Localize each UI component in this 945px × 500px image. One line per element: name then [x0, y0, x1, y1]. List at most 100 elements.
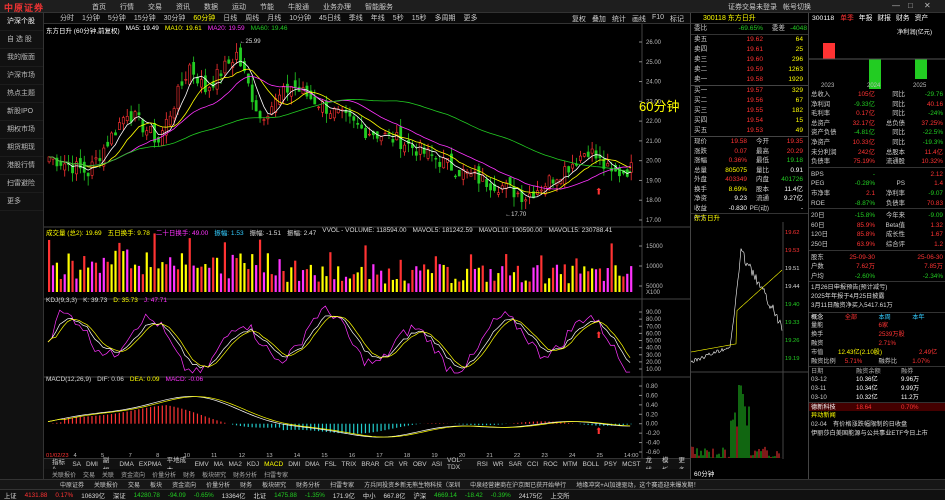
indicator-tab[interactable]: MTM [563, 461, 578, 468]
indicator-tab[interactable]: PSY [604, 461, 617, 468]
info-tab[interactable]: 价量分析 [206, 480, 230, 489]
indicator-tab[interactable]: MA2 [228, 461, 241, 468]
sidebar-item[interactable]: 沪深个股 [0, 13, 43, 31]
period-tab[interactable]: 60分钟 [193, 13, 215, 23]
account-link[interactable]: 帐号切换 [783, 2, 811, 12]
info-tab[interactable]: 资金流向 [172, 480, 196, 489]
minimize-icon[interactable]: — [892, 1, 900, 10]
concept-tab[interactable]: 本周 [879, 313, 913, 321]
concept-tab[interactable]: 本年 [912, 313, 945, 321]
sidebar-item[interactable]: 港股行情 [0, 157, 43, 175]
bottom-tab[interactable]: 板块研究 [202, 470, 226, 479]
f10-tab[interactable]: 年报 [859, 13, 873, 24]
period-tab[interactable]: 月线 [267, 13, 281, 23]
bottom-tab[interactable]: 扫雷专家 [264, 470, 288, 479]
menu-item[interactable]: 行情 [120, 2, 134, 12]
maximize-icon[interactable]: □ [908, 1, 913, 10]
mini-period-tab[interactable]: 60分钟 [694, 468, 714, 478]
chart-tool-button[interactable]: 统计 [612, 14, 626, 24]
concept-tab[interactable]: 全部 [845, 313, 879, 321]
indicator-tab[interactable]: ROC [543, 461, 557, 468]
indicator-tab[interactable]: RSI [477, 461, 488, 468]
menu-item[interactable]: 交易 [148, 2, 162, 12]
info-tab[interactable]: 板块研究 [262, 480, 286, 489]
sidebar-item[interactable]: 沪深市场 [0, 67, 43, 85]
bottom-tab[interactable]: 财务分析 [233, 470, 257, 479]
indicator-tab[interactable]: CCI [527, 461, 538, 468]
info-tab[interactable]: 中泉经营建商在沪京图已获开始举行 [470, 480, 566, 489]
indicator-tab[interactable]: DMI [288, 461, 300, 468]
period-tab[interactable]: 分时 [60, 13, 74, 23]
f10-tab[interactable]: 财务 [896, 13, 910, 24]
indicator-tab[interactable]: MCST [622, 461, 640, 468]
chart-tool-button[interactable]: 标记 [670, 14, 684, 24]
info-tab[interactable]: 扫雷专家 [330, 480, 354, 489]
f10-tab[interactable]: 财报 [877, 13, 891, 24]
indicator-tab[interactable]: KDJ [247, 461, 259, 468]
info-tab[interactable]: 方兵同投资乡新无熊生物科技（深圳 [364, 480, 460, 489]
news-row[interactable]: 02-04 有价格涨跌幅限制的日收盘 [809, 420, 945, 429]
menu-item[interactable]: 运动 [232, 2, 246, 12]
indicator-tab[interactable]: TRIX [342, 461, 357, 468]
f10-tab[interactable]: 单季 [840, 13, 854, 24]
chart-canvas[interactable]: 26.0025.0024.0023.0022.0021.0020.0019.00… [44, 24, 690, 459]
indicator-tab[interactable]: MA [214, 461, 224, 468]
period-tab[interactable]: 15分钟 [134, 13, 156, 23]
sidebar-item[interactable]: 自 选 股 [0, 31, 43, 49]
bottom-tab[interactable]: 交易 [83, 470, 95, 479]
period-tab[interactable]: 年线 [371, 13, 385, 23]
indicator-tab[interactable]: SA [72, 461, 81, 468]
indicator-tab[interactable]: EXPMA [139, 461, 162, 468]
period-tab[interactable]: 更多 [464, 13, 478, 23]
bottom-tab[interactable]: 资金流向 [121, 470, 145, 479]
bottom-tab[interactable]: 关联报价 [52, 470, 76, 479]
menu-item[interactable]: 首页 [92, 2, 106, 12]
indicator-tab[interactable]: EMV [195, 461, 209, 468]
info-tab[interactable]: 中原证券 [60, 480, 84, 489]
bottom-tab[interactable]: 财务 [183, 470, 195, 479]
period-tab[interactable]: 季线 [349, 13, 363, 23]
bottom-tab[interactable]: 价量分析 [152, 470, 176, 479]
close-icon[interactable]: ✕ [924, 1, 931, 10]
menu-item[interactable]: 节能 [260, 2, 274, 12]
chart-tool-button[interactable]: 叠加 [592, 14, 606, 24]
sidebar-item[interactable]: 我的版面 [0, 49, 43, 67]
info-tab[interactable]: 地缘冲突+AI加速驱动，这个赛道迎来爆发期！ [576, 480, 699, 489]
period-tab[interactable]: 15秒 [412, 13, 427, 23]
indicator-tab[interactable]: VR [399, 461, 408, 468]
indicator-tab[interactable]: ASI [432, 461, 442, 468]
indicator-tab[interactable]: FSL [325, 461, 337, 468]
sidebar-item[interactable]: 新股IPO [0, 103, 43, 121]
indicator-tab[interactable]: WR [493, 461, 504, 468]
menu-item[interactable]: 牛股通 [288, 2, 309, 12]
menu-item[interactable]: 资讯 [176, 2, 190, 12]
intraday-mini-chart[interactable]: 19.62 19.53 19.51 19.44 19.40 19.33 19.26 19.19 [690, 222, 808, 459]
indicator-tab[interactable]: CR [384, 461, 393, 468]
kline-chart-area[interactable]: 26.00 25.00 24.00 23.00 22.00 21.00 20.00 19.00… [44, 24, 690, 464]
f10-tab[interactable]: 资产 [915, 13, 929, 24]
chart-tool-button[interactable]: F10 [652, 14, 664, 24]
indicator-tab[interactable]: BRAR [361, 461, 379, 468]
period-tab[interactable]: 5秒 [393, 13, 404, 23]
indicator-tab[interactable]: OBV [413, 461, 427, 468]
indicator-tab[interactable]: DMA [119, 461, 133, 468]
hot-stock-row[interactable]: 德新科技 18.64 0.70% [809, 402, 945, 412]
sidebar-item[interactable]: 热点主题 [0, 85, 43, 103]
indicator-tab[interactable]: SAR [509, 461, 522, 468]
period-tab[interactable]: 10分钟 [289, 13, 311, 23]
info-tab[interactable]: 交易 [128, 480, 140, 489]
indicator-tab[interactable]: DMA [305, 461, 319, 468]
period-tab[interactable]: 30分钟 [164, 13, 186, 23]
info-tab[interactable]: 财务 [240, 480, 252, 489]
menu-item[interactable]: 智能服务 [365, 2, 393, 12]
info-tab[interactable]: 板块 [150, 480, 162, 489]
indicator-tab[interactable]: BOLL [582, 461, 599, 468]
indicator-tab[interactable]: DMI [86, 461, 98, 468]
period-tab[interactable]: 多周期 [435, 13, 456, 23]
sidebar-item[interactable]: 更多 [0, 193, 43, 211]
menu-item[interactable]: 数据 [204, 2, 218, 12]
ticker-text[interactable]: 伊丽莎白美国能源与公共事业ETF今日上市 [809, 429, 945, 438]
period-tab[interactable]: 周线 [245, 13, 259, 23]
sidebar-item[interactable]: 期权市场 [0, 121, 43, 139]
account-link[interactable]: 证券交易未登录 [728, 2, 777, 12]
